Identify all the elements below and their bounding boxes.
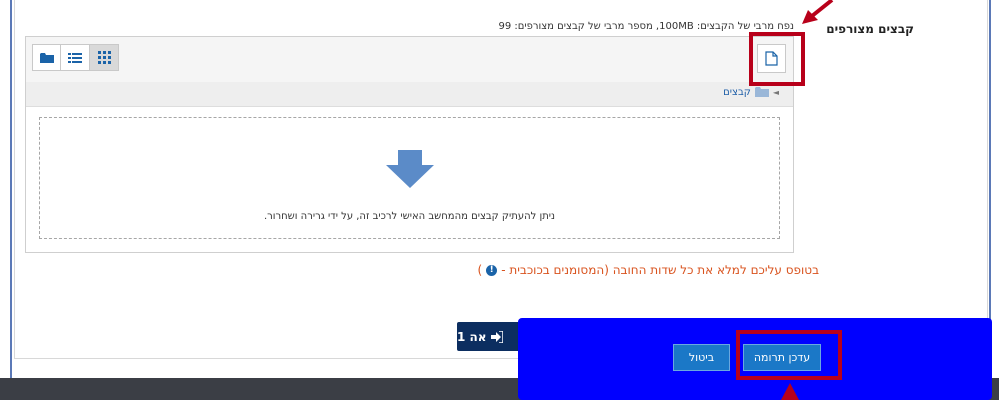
- left-frame-edge: [0, 0, 12, 378]
- list-view-button[interactable]: [61, 44, 90, 71]
- breadcrumb: ◄ קבצים: [723, 87, 779, 98]
- path-link-files[interactable]: קבצים: [723, 87, 751, 98]
- drop-zone-instructions: ניתן להעתיק קבצים מהמחשב האישי לרכיב זה,…: [263, 211, 556, 222]
- update-donation-button[interactable]: עדכן תרומה: [743, 344, 821, 371]
- file-icon: [765, 51, 778, 66]
- sign-in-icon: [490, 330, 503, 343]
- drop-zone[interactable]: ניתן להעתיק קבצים מהמחשב האישי לרכיב זה,…: [39, 117, 780, 239]
- folder-icon: [754, 87, 769, 97]
- required-fields-note: בטופס עליכם למלא את כל שדות החובה (המסומ…: [478, 263, 820, 277]
- required-note-text: בטופס עליכם למלא את כל שדות החובה (המסומ…: [501, 263, 819, 277]
- attachments-label: קבצים מצורפים: [826, 22, 914, 36]
- view-toggle-group: [32, 44, 119, 71]
- exclamation-icon: !: [486, 264, 498, 276]
- folder-view-button[interactable]: [32, 44, 61, 71]
- list-icon: [68, 52, 82, 63]
- add-file-button[interactable]: [757, 44, 786, 73]
- grid-view-button[interactable]: [90, 44, 119, 71]
- next-button-label: אה 1: [457, 329, 487, 344]
- grid-icon: [97, 51, 111, 64]
- next-button[interactable]: אה 1: [457, 322, 527, 351]
- down-arrow-icon: [386, 150, 434, 188]
- file-picker: ◄ קבצים ניתן להעתיק קבצים מהמחשב האישי ל…: [25, 36, 794, 253]
- caret-left-icon: ◄: [772, 88, 779, 97]
- action-overlay: ביטול עדכן תרומה: [518, 318, 992, 400]
- max-size-info: נפח מרבי של הקבצים: 100MB, מספר מרבי של …: [498, 21, 794, 32]
- cancel-button[interactable]: ביטול: [673, 344, 730, 371]
- folder-icon: [39, 52, 54, 63]
- required-note-tail: ): [477, 263, 483, 277]
- file-picker-path-bar: ◄ קבצים: [26, 82, 793, 107]
- file-picker-toolbar: [26, 37, 793, 83]
